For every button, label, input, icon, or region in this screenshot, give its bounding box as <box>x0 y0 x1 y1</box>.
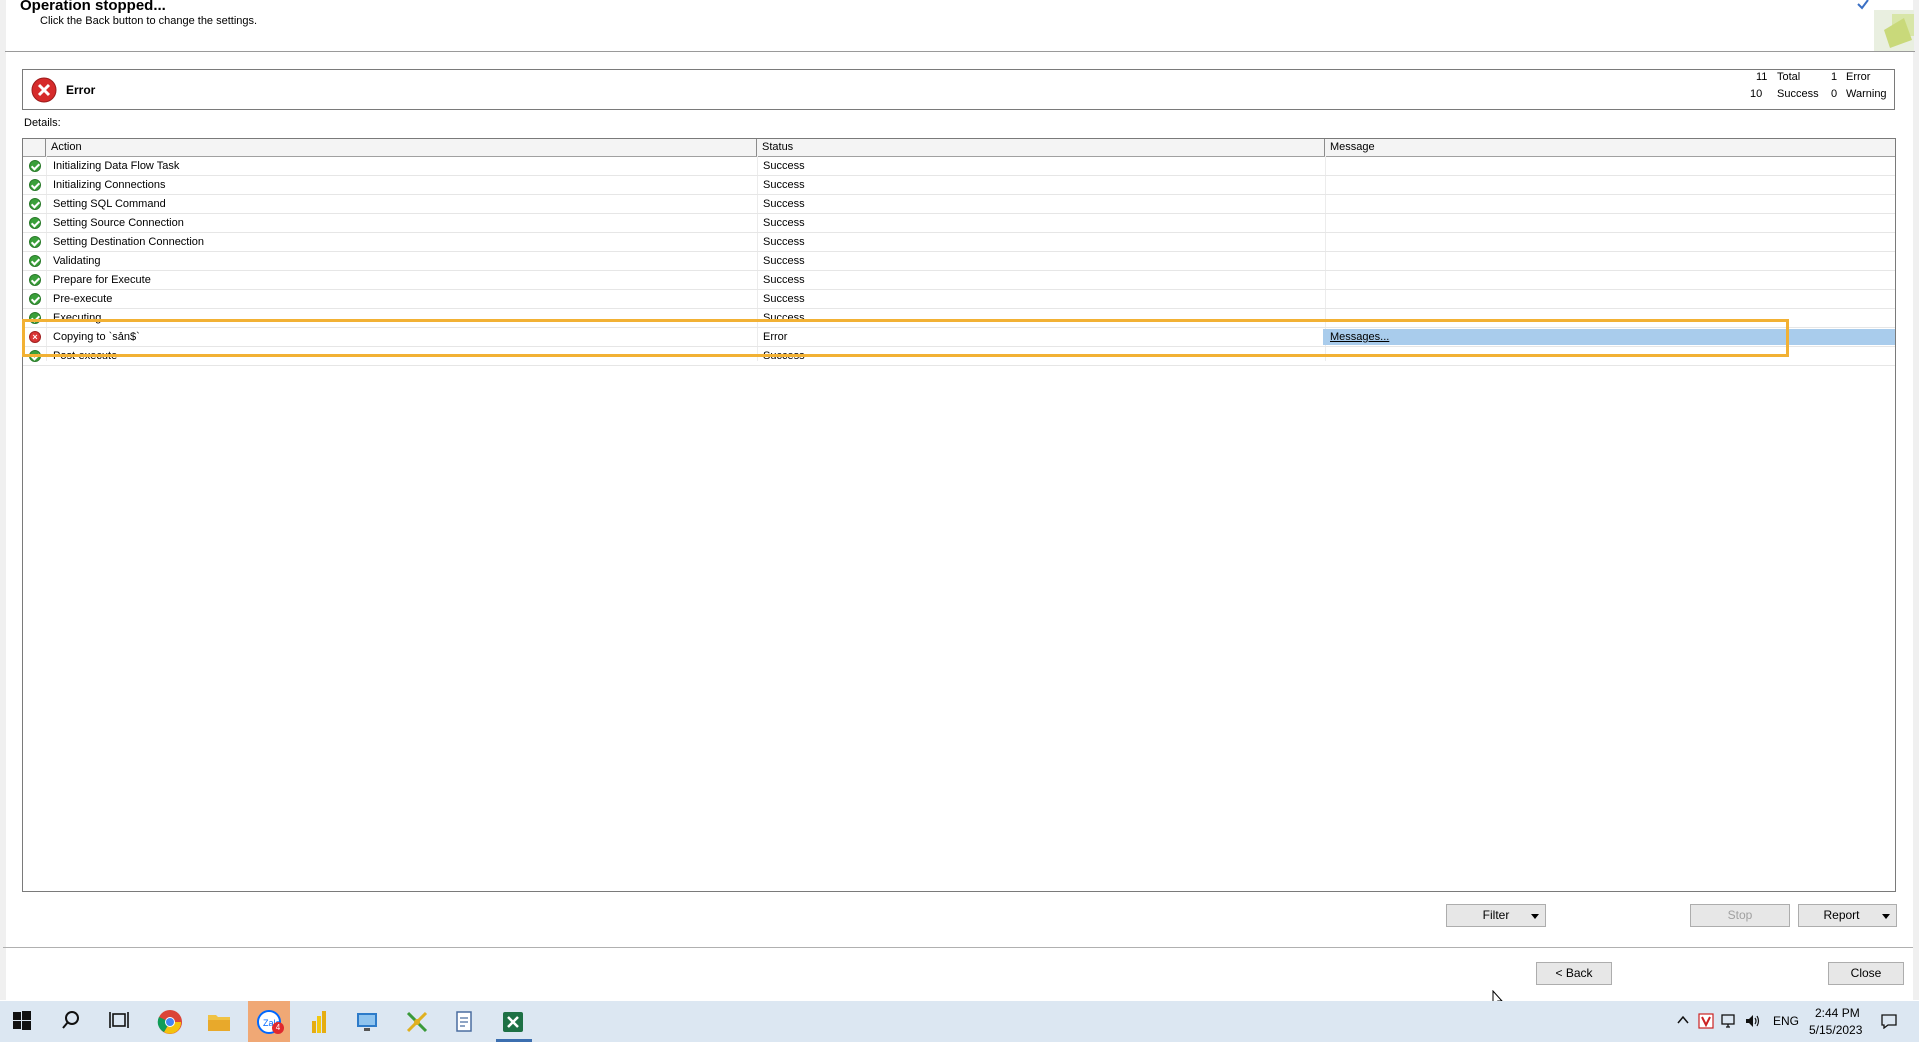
row-status: Success <box>763 160 805 172</box>
file-explorer-icon[interactable] <box>206 1009 232 1035</box>
window-right-edge <box>1913 0 1919 1000</box>
error-count: 1 <box>1831 71 1838 83</box>
success-icon <box>29 198 41 210</box>
row-action: Initializing Connections <box>53 179 166 191</box>
report-button[interactable]: Report <box>1798 904 1897 927</box>
power-bi-icon[interactable] <box>306 1009 332 1035</box>
column-header-message[interactable]: Message <box>1325 139 1895 156</box>
report-button-label: Report <box>1823 908 1860 922</box>
row-action: Setting Destination Connection <box>53 236 205 248</box>
row-status: Success <box>763 274 805 286</box>
summary-status-label: Error <box>66 83 96 97</box>
success-icon <box>29 274 41 286</box>
error-row-highlight <box>22 319 1789 357</box>
error-icon <box>31 77 57 103</box>
warning-count: 0 <box>1831 88 1838 100</box>
stop-button[interactable]: Stop <box>1690 904 1790 927</box>
table-row[interactable]: Validating Success <box>23 252 1895 271</box>
success-icon <box>29 217 41 229</box>
details-label: Details: <box>24 117 61 129</box>
grid-header: Action Status Message <box>23 139 1895 157</box>
dropdown-arrow-icon <box>1531 914 1539 919</box>
success-count: 10 <box>1750 88 1763 100</box>
window-left-edge <box>0 0 6 1000</box>
taskbar: Zalo 4 ENG 2:44 PM 5/15/2023 <box>0 1001 1919 1042</box>
windows-start-icon[interactable] <box>11 1009 37 1035</box>
wizard-graphic-icon <box>1854 0 1916 52</box>
error-label: Error <box>1846 71 1871 83</box>
close-button[interactable]: Close <box>1828 962 1904 985</box>
table-row[interactable]: Initializing Connections Success <box>23 176 1895 195</box>
antivirus-icon[interactable] <box>1698 1013 1714 1032</box>
footer-divider <box>3 947 1913 948</box>
row-action: Pre-execute <box>53 293 113 305</box>
network-icon[interactable] <box>1720 1013 1738 1032</box>
page-subtitle: Click the Back button to change the sett… <box>40 15 258 27</box>
table-row[interactable]: Setting SQL Command Success <box>23 195 1895 214</box>
row-action: Setting SQL Command <box>53 198 166 210</box>
success-icon <box>29 160 41 172</box>
table-row[interactable]: Prepare for Execute Success <box>23 271 1895 290</box>
row-status: Success <box>763 217 805 229</box>
chrome-icon[interactable] <box>157 1009 183 1035</box>
header-icon-column <box>23 139 46 156</box>
success-icon <box>29 236 41 248</box>
search-icon[interactable] <box>60 1009 86 1035</box>
table-row[interactable]: Setting Source Connection Success <box>23 214 1895 233</box>
row-status: Success <box>763 236 805 248</box>
clock-date[interactable]: 5/15/2023 <box>1809 1023 1862 1037</box>
language-indicator[interactable]: ENG <box>1773 1014 1799 1028</box>
filter-button[interactable]: Filter <box>1446 904 1546 927</box>
row-action: Initializing Data Flow Task <box>53 160 180 172</box>
task-view-icon[interactable] <box>108 1009 134 1035</box>
success-icon <box>29 255 41 267</box>
row-status: Success <box>763 198 805 210</box>
dropdown-arrow-icon <box>1882 914 1890 919</box>
table-row[interactable]: Setting Destination Connection Success <box>23 233 1895 252</box>
total-count: 11 <box>1756 71 1768 83</box>
filter-button-label: Filter <box>1482 908 1510 922</box>
success-label: Success <box>1777 88 1819 100</box>
chevron-up-icon[interactable] <box>1676 1013 1690 1030</box>
row-action: Prepare for Execute <box>53 274 151 286</box>
volume-icon[interactable] <box>1744 1013 1762 1032</box>
excel-icon[interactable] <box>500 1009 526 1035</box>
table-row[interactable]: Initializing Data Flow Task Success <box>23 157 1895 176</box>
row-status: Success <box>763 179 805 191</box>
column-header-action[interactable]: Action <box>46 139 757 156</box>
header-divider <box>5 51 1915 52</box>
page-title: Operation stopped... <box>20 0 166 14</box>
row-status: Success <box>763 255 805 267</box>
clock-time[interactable]: 2:44 PM <box>1815 1006 1860 1020</box>
column-header-status[interactable]: Status <box>757 139 1325 156</box>
notification-badge: 4 <box>272 1022 284 1034</box>
remote-desktop-icon[interactable] <box>354 1009 380 1035</box>
total-label: Total <box>1777 71 1801 83</box>
row-action: Setting Source Connection <box>53 217 184 229</box>
table-row[interactable]: Pre-execute Success <box>23 290 1895 309</box>
details-grid: Action Status Message Initializing Data … <box>22 138 1896 892</box>
stop-button-label: Stop <box>1727 908 1753 922</box>
warning-label: Warning <box>1846 88 1887 100</box>
zalo-icon[interactable]: Zalo 4 <box>256 1009 284 1035</box>
notification-center-icon[interactable] <box>1880 1013 1898 1032</box>
sql-import-export-icon[interactable] <box>404 1009 430 1035</box>
summary-panel: Error 11 Total 10 Success 1 Error 0 Warn… <box>22 69 1895 110</box>
row-status: Success <box>763 293 805 305</box>
success-icon <box>29 293 41 305</box>
row-action: Validating <box>53 255 101 267</box>
document-app-icon[interactable] <box>452 1009 478 1035</box>
back-button[interactable]: < Back <box>1536 962 1612 985</box>
success-icon <box>29 179 41 191</box>
